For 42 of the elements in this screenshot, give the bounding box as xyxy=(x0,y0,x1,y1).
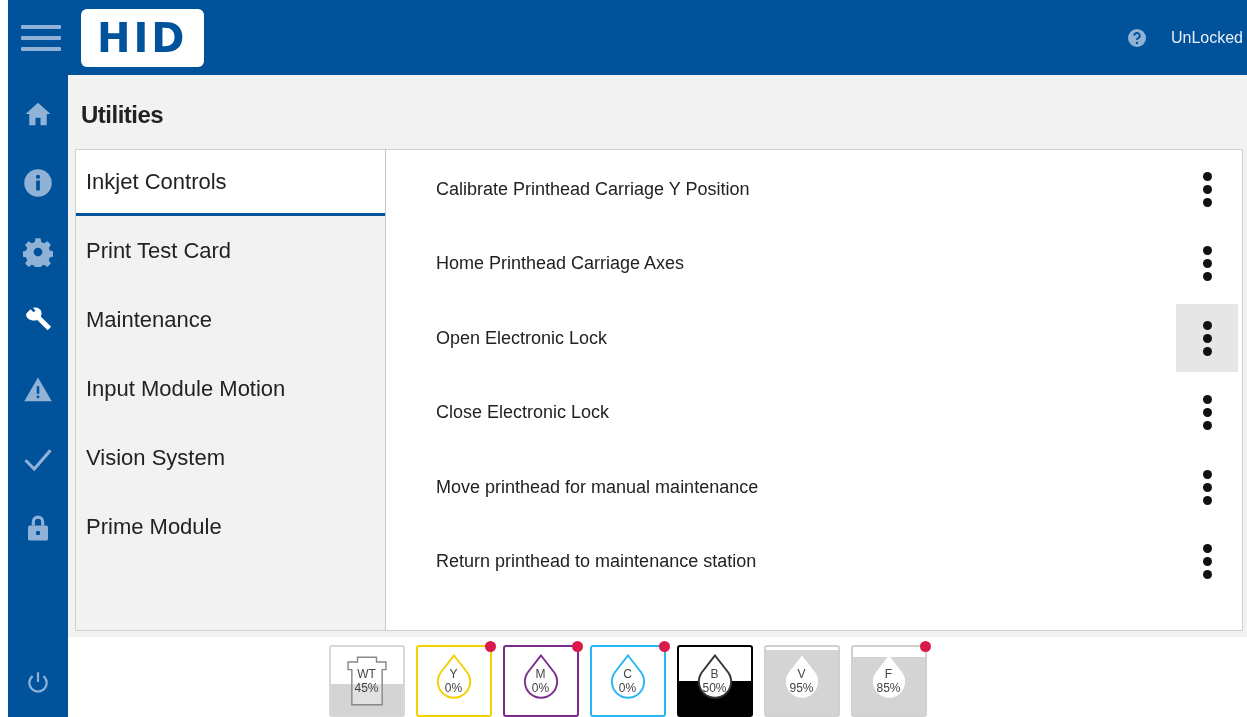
ink-code: B xyxy=(710,667,719,681)
ink-code: V xyxy=(797,667,806,681)
lock-status: UnLocked xyxy=(1170,28,1243,47)
more-options-icon[interactable] xyxy=(1176,304,1238,373)
action-label: Home Printhead Carriage Axes xyxy=(436,253,686,275)
menu-icon[interactable] xyxy=(21,24,61,51)
ink-code: F xyxy=(884,667,893,681)
alert-badge xyxy=(484,641,496,652)
settings-icon[interactable] xyxy=(23,237,53,267)
ink-cartridge[interactable]: B 50% xyxy=(676,645,753,717)
tab[interactable]: Vision System xyxy=(76,423,385,492)
ink-code: M xyxy=(535,667,546,681)
tab[interactable]: Prime Module xyxy=(76,492,385,561)
ink-level: 95% xyxy=(789,681,814,695)
power-icon[interactable] xyxy=(25,669,51,695)
tab[interactable]: Inkjet Controls xyxy=(76,150,385,216)
alert-badge xyxy=(571,641,583,652)
page-title: Utilities xyxy=(81,101,165,129)
ink-code: C xyxy=(623,667,632,681)
info-icon[interactable] xyxy=(23,168,53,198)
alert-badge xyxy=(658,641,670,652)
logo: HID xyxy=(81,8,204,67)
action-label: Calibrate Printhead Carriage Y Position xyxy=(436,178,751,200)
ink-level: 45% xyxy=(354,681,379,695)
tab[interactable]: Maintenance xyxy=(76,285,385,354)
ink-level: 85% xyxy=(876,681,901,695)
ink-level: 0% xyxy=(444,681,463,695)
ink-level: 50% xyxy=(702,681,727,695)
ink-level: 0% xyxy=(618,681,637,695)
alert-badge xyxy=(919,641,931,652)
action-label: Return printhead to maintenance station xyxy=(436,551,758,573)
action-label: Move printhead for manual maintenance xyxy=(436,476,760,498)
ink-level: 0% xyxy=(531,681,550,695)
action-label: Open Electronic Lock xyxy=(436,327,609,349)
tab[interactable]: Print Test Card xyxy=(76,216,385,285)
help-icon[interactable] xyxy=(1126,27,1147,48)
ink-cartridge[interactable]: WT 45% xyxy=(328,645,405,717)
ink-code: WT xyxy=(357,667,376,681)
ink-cartridge[interactable]: V 95% xyxy=(763,645,840,717)
action-label: Close Electronic Lock xyxy=(436,402,611,424)
ink-code: Y xyxy=(449,667,458,681)
tab[interactable]: Input Module Motion xyxy=(76,354,385,423)
